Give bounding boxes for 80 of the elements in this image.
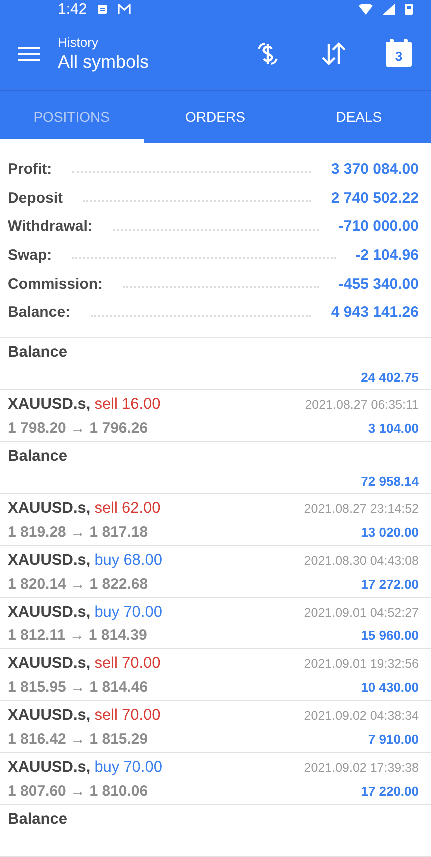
deal-amount: 17 220.00 — [361, 784, 419, 800]
deal-side: buy — [94, 604, 120, 622]
summary-label: Swap: — [8, 246, 52, 264]
deal-side: sell — [94, 396, 118, 414]
balance-title: Balance — [8, 811, 68, 830]
deal-time: 2021.08.30 04:43:08 — [304, 554, 419, 568]
deal-prices: 1 815.95 → 1 814.46 — [8, 679, 148, 696]
status-time: 1:42 — [58, 0, 88, 18]
deal-symbol: XAUUSD.s, — [8, 500, 91, 518]
balance-row[interactable]: Balance — [0, 805, 431, 857]
deal-symbol: XAUUSD.s, — [8, 552, 91, 570]
deal-amount: 7 910.00 — [368, 732, 419, 748]
deal-symbol: XAUUSD.s, — [8, 655, 91, 674]
deal-volume: 68.00 — [124, 552, 162, 570]
deal-row[interactable]: XAUUSD.s, sell 16.00 2021.08.27 06:35:11 1 798.20 → 1 796.26 3 104.00 — [0, 390, 431, 442]
notification-icon — [97, 4, 108, 14]
deal-amount: 3 104.00 — [368, 420, 419, 436]
toolbar-subtitle: History — [58, 35, 100, 50]
deal-prices: 1 807.60 → 1 810.06 — [8, 783, 148, 800]
summary-value: 3 370 084.00 — [331, 160, 419, 178]
deal-amount: 17 272.00 — [361, 576, 419, 592]
summary-label: Commission: — [8, 276, 104, 293]
battery-icon — [405, 3, 413, 15]
deal-row[interactable]: XAUUSD.s, sell 62.00 2021.08.27 23:14:52 1 819.28 → 1 817.18 13 020.00 — [0, 494, 431, 546]
deal-amount: 10 430.00 — [361, 680, 419, 696]
deal-prices: 1 812.11 → 1 814.39 — [8, 627, 148, 644]
deal-symbol: XAUUSD.s, — [8, 707, 91, 726]
deal-volume: 70.00 — [124, 759, 162, 778]
deal-amount: 24 402.75 — [361, 370, 419, 386]
tab[interactable]: DEALS — [287, 91, 431, 143]
deal-volume: 70.00 — [122, 655, 161, 674]
summary-label: Withdrawal: — [8, 218, 93, 236]
deal-amount: 13 020.00 — [361, 524, 419, 540]
deal-row[interactable]: XAUUSD.s, buy 70.00 2021.09.02 17:39:38 1 807.60 → 1 810.06 17 220.00 — [0, 753, 431, 806]
deal-side: sell — [94, 655, 118, 674]
deal-volume: 70.00 — [124, 604, 162, 622]
wifi-icon — [359, 4, 373, 14]
deal-time: 2021.09.01 19:32:56 — [304, 657, 419, 672]
deal-symbol: XAUUSD.s, — [8, 396, 91, 414]
deal-side: buy — [94, 552, 120, 570]
deal-volume: 62.00 — [122, 500, 161, 518]
mail-icon — [118, 4, 132, 14]
deal-time: 2021.09.02 04:38:34 — [304, 709, 419, 724]
balance-row[interactable]: Balance 72 958.14 — [0, 442, 431, 494]
calendar-button[interactable]: 3 — [379, 34, 419, 74]
balance-row[interactable]: Balance 24 402.75 — [0, 338, 431, 390]
signal-icon — [383, 4, 395, 14]
deal-volume: 16.00 — [122, 396, 161, 414]
deal-row[interactable]: XAUUSD.s, sell 70.00 2021.09.01 19:32:56 1 815.95 → 1 814.46 10 430.00 — [0, 649, 431, 702]
deal-time: 2021.08.27 23:14:52 — [304, 502, 419, 516]
deal-symbol: XAUUSD.s, — [8, 759, 91, 778]
summary-value: 2 740 502.22 — [331, 190, 419, 207]
deal-row[interactable]: XAUUSD.s, buy 68.00 2021.08.30 04:43:08 1 820.14 → 1 822.68 17 272.00 — [0, 546, 431, 598]
summary-label: Deposit — [8, 190, 64, 207]
deal-prices: 1 816.42 → 1 815.29 — [8, 731, 148, 748]
deal-row[interactable]: XAUUSD.s, buy 70.00 2021.09.01 04:52:27 1 812.11 → 1 814.39 15 960.00 — [0, 598, 431, 650]
balance-title: Balance — [8, 448, 68, 466]
deal-time: 2021.09.01 04:52:27 — [304, 606, 419, 620]
deal-prices: 1 819.28 → 1 817.18 — [8, 524, 148, 541]
deal-volume: 70.00 — [122, 707, 161, 726]
deal-amount: 15 960.00 — [361, 628, 419, 644]
deal-symbol: XAUUSD.s, — [8, 604, 91, 622]
deal-row[interactable]: XAUUSD.s, sell 70.00 2021.09.02 04:38:34 1 816.42 → 1 815.29 7 910.00 — [0, 701, 431, 754]
summary-value: -2 104.96 — [356, 246, 419, 264]
deal-time: 2021.09.02 17:39:38 — [304, 761, 419, 776]
deal-side: buy — [94, 759, 120, 778]
tab[interactable]: ORDERS — [144, 91, 288, 143]
balance-title: Balance — [8, 344, 68, 362]
deal-side: sell — [94, 500, 118, 518]
deal-time: 2021.08.27 06:35:11 — [305, 398, 419, 412]
deal-prices: 1 820.14 → 1 822.68 — [8, 576, 148, 593]
deal-prices: 1 798.20 → 1 796.26 — [8, 420, 148, 437]
summary-value: -455 340.00 — [338, 276, 419, 293]
summary-label: Balance: — [8, 304, 71, 322]
deal-amount: 72 958.14 — [361, 474, 419, 489]
toolbar-title[interactable]: All symbols — [58, 52, 221, 73]
summary-value: 4 943 141.26 — [331, 304, 419, 322]
deal-side: sell — [94, 707, 118, 726]
summary-label: Profit: — [8, 160, 52, 178]
summary-value: -710 000.00 — [338, 218, 419, 236]
